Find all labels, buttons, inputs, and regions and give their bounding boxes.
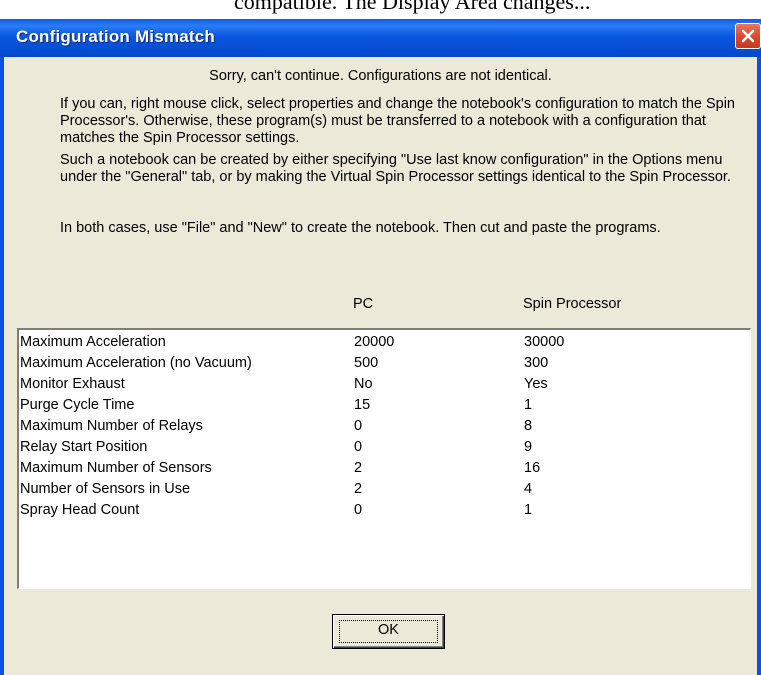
table-row[interactable]: Purge Cycle Time 15 1 [19,396,749,417]
window-title: Configuration Mismatch [16,27,215,46]
dialog-body: Sorry, can't continue. Configurations ar… [4,57,757,675]
instructions-paragraph-2: Such a notebook can be created by either… [60,152,731,185]
setting-name: Number of Sensors in Use [20,481,191,497]
setting-name: Maximum Number of Relays [20,418,203,434]
pc-value: No [354,376,373,392]
setting-name: Purge Cycle Time [20,397,135,413]
spin-value: 8 [524,418,533,434]
settings-list[interactable]: Maximum Acceleration 20000 30000 Maximum… [17,328,751,589]
pc-value: 0 [354,418,363,434]
spin-value: 1 [524,397,533,413]
column-header-spin-processor: Spin Processor [523,296,622,312]
table-row[interactable]: Number of Sensors in Use 2 4 [19,480,749,501]
pc-value: 0 [354,502,363,518]
instructions-paragraph-3: In both cases, use "File" and "New" to c… [60,220,661,236]
headline-message: Sorry, can't continue. Configurations ar… [209,68,552,84]
column-header-pc: PC [353,296,374,312]
background-document-strip: compatible. The Display Area changes... [0,0,761,19]
close-icon [741,29,755,43]
close-button[interactable] [735,23,761,49]
spin-value: 300 [524,355,549,371]
setting-name: Monitor Exhaust [20,376,125,392]
pc-value: 2 [354,481,363,497]
pc-value: 2 [354,460,363,476]
table-row[interactable]: Maximum Number of Relays 0 8 [19,417,749,438]
pc-value: 15 [354,397,371,413]
ok-button[interactable]: OK [332,614,445,649]
background-document-text: compatible. The Display Area changes... [234,0,591,14]
spin-value: 16 [524,460,541,476]
spin-value: Yes [524,376,548,392]
setting-name: Maximum Acceleration [20,334,166,350]
table-row[interactable]: Monitor Exhaust No Yes [19,375,749,396]
pc-value: 0 [354,439,363,455]
instructions-paragraph-1: If you can, right mouse click, select pr… [60,96,735,146]
spin-value: 4 [524,481,533,497]
spin-value: 30000 [524,334,565,350]
table-row[interactable]: Spray Head Count 0 1 [19,501,749,522]
spin-value: 1 [524,502,533,518]
title-bar[interactable]: Configuration Mismatch [0,19,761,57]
spin-value: 9 [524,439,533,455]
table-row[interactable]: Maximum Number of Sensors 2 16 [19,459,749,480]
pc-value: 20000 [354,334,395,350]
table-row[interactable]: Maximum Acceleration (no Vacuum) 500 300 [19,354,749,375]
table-row[interactable]: Maximum Acceleration 20000 30000 [19,333,749,354]
ok-button-label: OK [378,622,399,638]
configuration-mismatch-dialog: Configuration Mismatch Sorry, can't cont… [0,19,761,675]
setting-name: Spray Head Count [20,502,140,518]
pc-value: 500 [354,355,379,371]
setting-name: Maximum Number of Sensors [20,460,212,476]
setting-name: Maximum Acceleration (no Vacuum) [20,355,252,371]
table-row[interactable]: Relay Start Position 0 9 [19,438,749,459]
setting-name: Relay Start Position [20,439,148,455]
